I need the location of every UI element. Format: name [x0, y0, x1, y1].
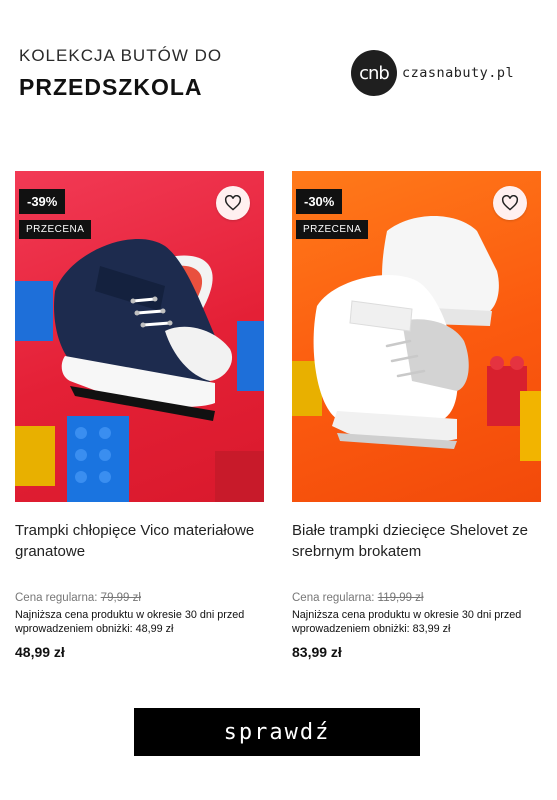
regular-price-label: Cena regularna: — [292, 592, 378, 604]
logo-text: czasnabuty.pl — [402, 65, 515, 81]
sale-price: 83,99 zł — [292, 644, 342, 660]
product-image-1[interactable]: -39% PRZECENA — [15, 171, 264, 502]
product-card-2[interactable]: -30% PRZECENA Białe trampki dziecięce Sh… — [292, 171, 541, 660]
discount-badge: -30% — [296, 189, 343, 214]
brand-logo[interactable]: cnb czasnabuty.pl — [351, 50, 514, 96]
product-name[interactable]: Trampki chłopięce Vico materiałowe grana… — [15, 520, 264, 564]
heart-icon — [224, 195, 242, 211]
product-card-1[interactable]: -39% PRZECENA Trampki chłopięce Vico mat… — [15, 171, 264, 660]
header: KOLEKCJA BUTÓW DO PRZEDSZKOLA cnb czasna… — [0, 0, 557, 130]
product-name[interactable]: Białe trampki dziecięce Shelovet ze sreb… — [292, 520, 541, 564]
heart-icon — [501, 195, 519, 211]
sale-badge: PRZECENA — [296, 220, 369, 239]
regular-price: 79,99 zł — [100, 592, 141, 604]
wishlist-button[interactable] — [216, 186, 250, 220]
wishlist-button[interactable] — [493, 186, 527, 220]
product-image-2[interactable]: -30% PRZECENA — [292, 171, 541, 502]
discount-badge: -39% — [19, 189, 66, 214]
regular-price-line: Cena regularna: 79,99 zł — [15, 592, 264, 604]
logo-mark: cnb — [351, 50, 397, 96]
sale-price: 48,99 zł — [15, 644, 65, 660]
regular-price-line: Cena regularna: 119,99 zł — [292, 592, 541, 604]
check-button[interactable]: sprawdź — [134, 708, 420, 756]
sale-badge: PRZECENA — [19, 220, 92, 239]
lowest-price-note: Najniższa cena produktu w okresie 30 dni… — [15, 609, 245, 635]
regular-price: 119,99 zł — [377, 592, 424, 604]
regular-price-label: Cena regularna: — [15, 592, 101, 604]
collection-kicker: KOLEKCJA BUTÓW DO — [19, 46, 223, 65]
collection-headline: PRZEDSZKOLA — [19, 74, 203, 100]
lowest-price-note: Najniższa cena produktu w okresie 30 dni… — [292, 609, 522, 635]
